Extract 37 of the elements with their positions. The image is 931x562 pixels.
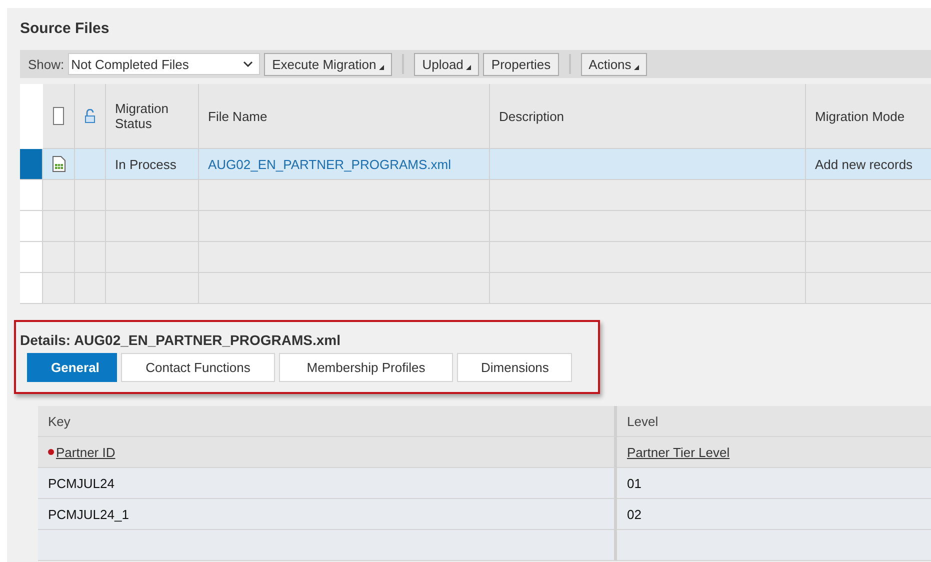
table-cell: PCMJUL24 [48,476,114,490]
tab[interactable]: Membership Profiles [279,353,453,382]
toolbar-button[interactable]: Upload [414,52,480,76]
toolbar-button[interactable]: Execute Migration [264,52,392,76]
column-header: Migration Mode [815,108,905,124]
row-selector[interactable] [20,149,43,180]
table-cell: In Process [115,156,176,172]
spreadsheet-file-icon [52,156,66,172]
field-link[interactable]: Partner ID [56,444,116,460]
section-title: Source Files [20,19,110,38]
checkbox[interactable] [53,107,64,125]
row-selector[interactable] [20,211,43,242]
toolbar-button[interactable]: Properties [483,52,559,76]
chevron-icon [243,61,254,67]
column-header: Description [499,108,564,124]
show-label: Show: [28,56,64,72]
file-link[interactable]: AUG02_EN_PARTNER_PROGRAMS.xml [208,156,451,172]
row-selector[interactable] [20,242,43,273]
tab[interactable]: General [27,353,117,382]
column-header: Migration Status [115,101,170,131]
tab[interactable]: Contact Functions [121,353,275,382]
table-cell: Add new records [815,156,913,172]
table-cell: 01 [627,476,642,490]
filter-dropdown[interactable]: Not Completed Files [68,53,260,75]
column-header: Key [48,414,70,428]
table-cell: PCMJUL24_1 [48,506,129,522]
unlock-icon [85,109,95,123]
column-header: File Name [208,108,268,124]
table-cell: 02 [627,506,642,522]
details-title: Details: AUG02_EN_PARTNER_PROGRAMS.xml [20,331,342,348]
column-header: Level [627,414,658,428]
table-row[interactable]: In Process AUG02_EN_PARTNER_PROGRAMS.xml Add new records [20,149,931,180]
toolbar-button[interactable]: Actions [580,52,648,76]
row-selector[interactable] [20,273,43,304]
tab[interactable]: Dimensions [457,353,572,382]
field-link[interactable]: Partner Tier Level [627,444,730,460]
row-selector[interactable] [20,180,43,211]
